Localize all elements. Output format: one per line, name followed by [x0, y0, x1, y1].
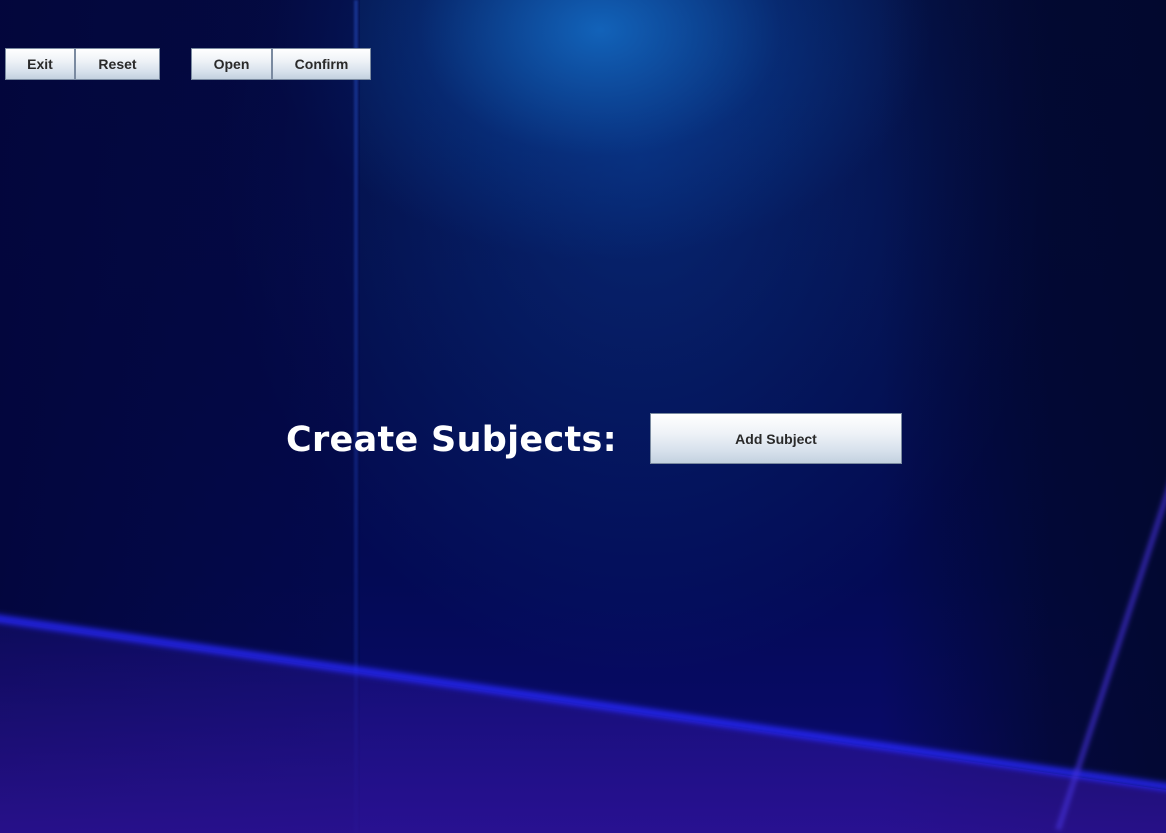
open-button[interactable]: Open [191, 48, 272, 80]
create-subjects-heading: Create Subjects: [286, 420, 617, 460]
add-subject-button[interactable]: Add Subject [650, 413, 902, 464]
confirm-button[interactable]: Confirm [272, 48, 371, 80]
reset-button[interactable]: Reset [75, 48, 160, 80]
background-shade-right [880, 0, 1166, 833]
exit-button[interactable]: Exit [5, 48, 75, 80]
